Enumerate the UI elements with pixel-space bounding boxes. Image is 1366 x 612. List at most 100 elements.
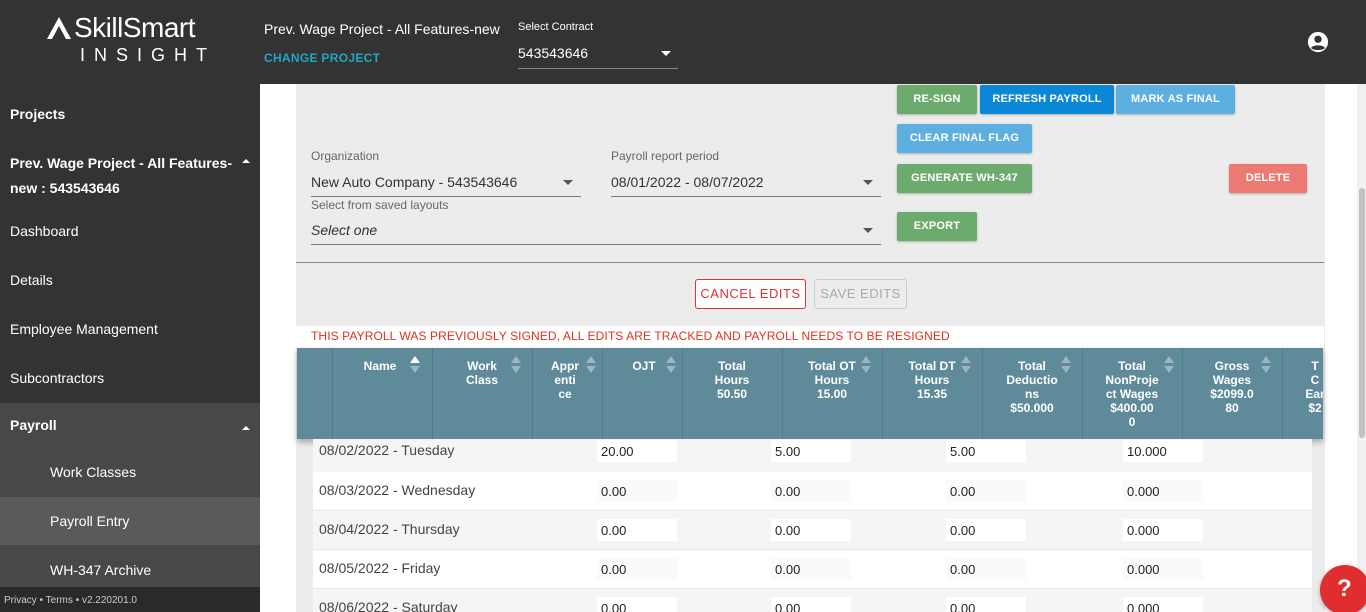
ojt-input[interactable]: 0.00 bbox=[597, 558, 677, 580]
generate-wh347-button[interactable]: GENERATE WH-347 bbox=[897, 164, 1032, 193]
account-circle-icon[interactable] bbox=[1307, 31, 1329, 53]
th-name[interactable]: Name bbox=[332, 348, 432, 439]
table-row: 08/04/2022 - Thursday 0.00 0.00 0.00 0.0… bbox=[313, 511, 1312, 550]
sidebar-item-employee-management[interactable]: Employee Management bbox=[0, 321, 260, 337]
organization-value: New Auto Company - 543543646 bbox=[311, 174, 518, 190]
export-button[interactable]: EXPORT bbox=[897, 212, 977, 241]
change-project-link[interactable]: CHANGE PROJECT bbox=[264, 51, 380, 65]
period-select[interactable]: 08/01/2022 - 08/07/2022 bbox=[611, 169, 881, 197]
sort-arrows-icon[interactable] bbox=[511, 356, 521, 374]
ojt-value: 0.00 bbox=[601, 523, 627, 538]
th-total-hours[interactable]: Total Hours 50.50 bbox=[682, 348, 782, 439]
chevron-down-icon bbox=[563, 180, 573, 185]
contract-label: Select Contract bbox=[518, 21, 594, 33]
th-work-class[interactable]: Work Class bbox=[432, 348, 532, 439]
clear-final-flag-button[interactable]: CLEAR FINAL FLAG bbox=[897, 124, 1032, 153]
resign-button[interactable]: RE-SIGN bbox=[897, 85, 977, 114]
sidebar-item-payroll[interactable]: Payroll bbox=[0, 417, 260, 433]
delete-button[interactable]: DELETE bbox=[1229, 164, 1307, 193]
th-gross-wages[interactable]: Gross Wages $2099.0 80 bbox=[1182, 348, 1282, 439]
sidebar-item-details[interactable]: Details bbox=[0, 272, 260, 288]
layouts-label: Select from saved layouts bbox=[311, 198, 449, 212]
payroll-table-header: Name Work Class Appr enti ce OJT Total H… bbox=[297, 348, 1323, 439]
footer-links[interactable]: Privacy • Terms • v2.220201.0 bbox=[4, 595, 137, 606]
sidebar-item-wh347-archive[interactable]: WH-347 Archive bbox=[0, 562, 260, 578]
row-date: 08/04/2022 - Thursday bbox=[319, 521, 460, 537]
deductions-value: 0.000 bbox=[1127, 601, 1160, 612]
brand-subtitle: INSIGHT bbox=[80, 45, 217, 65]
ojt-input[interactable]: 0.00 bbox=[597, 480, 677, 502]
layouts-select[interactable]: Select one bbox=[311, 217, 881, 245]
sidebar-item-projects[interactable]: Projects bbox=[0, 106, 260, 122]
th-total-nonproject[interactable]: Total NonProje ct Wages $400.00 0 bbox=[1082, 348, 1182, 439]
sort-arrows-icon[interactable] bbox=[410, 356, 420, 374]
help-button[interactable]: ? bbox=[1320, 565, 1366, 612]
dt-hours-input[interactable]: 0.00 bbox=[946, 519, 1026, 541]
period-label: Payroll report period bbox=[611, 149, 720, 163]
dt-hours-input[interactable]: 0.00 bbox=[946, 558, 1026, 580]
chevron-down-icon bbox=[863, 180, 873, 185]
deductions-input[interactable]: 0.000 bbox=[1123, 558, 1203, 580]
mark-as-final-button[interactable]: MARK AS FINAL bbox=[1116, 85, 1235, 114]
ot-hours-input[interactable]: 0.00 bbox=[771, 480, 851, 502]
organization-label: Organization bbox=[311, 149, 380, 163]
contract-value: 543543646 bbox=[518, 45, 589, 61]
th-select bbox=[297, 348, 332, 439]
th-gross-wages-label: Gross Wages $2099.0 80 bbox=[1210, 359, 1254, 415]
row-date: 08/06/2022 - Saturday bbox=[319, 599, 458, 612]
th-ojt[interactable]: OJT bbox=[602, 348, 682, 439]
sidebar-item-payroll-entry[interactable]: Payroll Entry bbox=[0, 513, 260, 529]
ot-hours-input[interactable]: 0.00 bbox=[771, 597, 851, 612]
payroll-table-body: 08/02/2022 - Tuesday 20.00 5.00 5.00 10.… bbox=[313, 439, 1312, 612]
deductions-input[interactable]: 0.000 bbox=[1123, 597, 1203, 612]
sidebar-item-current-project[interactable]: Prev. Wage Project - All Features- new :… bbox=[0, 151, 260, 201]
row-date: 08/05/2022 - Friday bbox=[319, 560, 441, 576]
ojt-input[interactable]: 0.00 bbox=[597, 597, 677, 612]
dt-hours-value: 0.00 bbox=[950, 484, 976, 499]
dt-hours-value: 0.00 bbox=[950, 523, 976, 538]
sort-arrows-icon[interactable] bbox=[1061, 356, 1071, 374]
ot-hours-value: 0.00 bbox=[775, 523, 801, 538]
sort-arrows-icon[interactable] bbox=[861, 356, 871, 374]
ot-hours-input[interactable]: 5.00 bbox=[771, 440, 851, 462]
organization-select[interactable]: New Auto Company - 543543646 bbox=[311, 169, 581, 197]
th-total-ot[interactable]: Total OT Hours 15.00 bbox=[782, 348, 882, 439]
ot-hours-input[interactable]: 0.00 bbox=[771, 558, 851, 580]
chevron-up-icon[interactable] bbox=[242, 159, 250, 163]
sort-arrows-icon[interactable] bbox=[1261, 356, 1271, 374]
dt-hours-input[interactable]: 0.00 bbox=[946, 480, 1026, 502]
ot-hours-input[interactable]: 0.00 bbox=[771, 519, 851, 541]
sidebar-item-subcontractors[interactable]: Subcontractors bbox=[0, 370, 260, 386]
ojt-input[interactable]: 20.00 bbox=[597, 440, 677, 462]
app-logo[interactable]: SkillSmart INSIGHT bbox=[46, 14, 221, 66]
refresh-payroll-button[interactable]: REFRESH PAYROLL bbox=[980, 85, 1114, 114]
ojt-input[interactable]: 0.00 bbox=[597, 519, 677, 541]
sort-arrows-icon[interactable] bbox=[586, 356, 596, 374]
th-total-dt[interactable]: Total DT Hours 15.35 bbox=[882, 348, 982, 439]
row-date: 08/02/2022 - Tuesday bbox=[319, 442, 455, 458]
ot-hours-value: 0.00 bbox=[775, 562, 801, 577]
chevron-up-icon[interactable] bbox=[242, 426, 250, 430]
sidebar-item-dashboard[interactable]: Dashboard bbox=[0, 223, 260, 239]
cancel-edits-button[interactable]: CANCEL EDITS bbox=[695, 279, 806, 309]
dt-hours-input[interactable]: 0.00 bbox=[946, 597, 1026, 612]
th-partial[interactable]: T C Ear $2 bbox=[1282, 348, 1323, 439]
deductions-input[interactable]: 0.000 bbox=[1123, 480, 1203, 502]
warning-text: THIS PAYROLL WAS PREVIOUSLY SIGNED, ALL … bbox=[311, 329, 950, 343]
sort-arrows-icon[interactable] bbox=[666, 356, 676, 374]
ojt-value: 0.00 bbox=[601, 562, 627, 577]
contract-select[interactable]: 543543646 bbox=[518, 40, 678, 69]
dt-hours-input[interactable]: 5.00 bbox=[946, 440, 1026, 462]
sidebar-item-work-classes[interactable]: Work Classes bbox=[0, 464, 260, 480]
th-apprentice[interactable]: Appr enti ce bbox=[532, 348, 602, 439]
deductions-value: 0.000 bbox=[1127, 562, 1160, 577]
deductions-input[interactable]: 0.000 bbox=[1123, 519, 1203, 541]
sort-arrows-icon[interactable] bbox=[1164, 356, 1174, 374]
sort-arrows-icon[interactable] bbox=[961, 356, 971, 374]
scrollbar-thumb[interactable] bbox=[1359, 188, 1365, 438]
ot-hours-value: 5.00 bbox=[775, 444, 801, 459]
th-partial-label: T C Ear $2 bbox=[1305, 359, 1323, 415]
deductions-input[interactable]: 10.000 bbox=[1123, 440, 1203, 462]
th-total-deductions[interactable]: Total Deductio ns $50.000 bbox=[982, 348, 1082, 439]
save-edits-button[interactable]: SAVE EDITS bbox=[814, 279, 907, 309]
